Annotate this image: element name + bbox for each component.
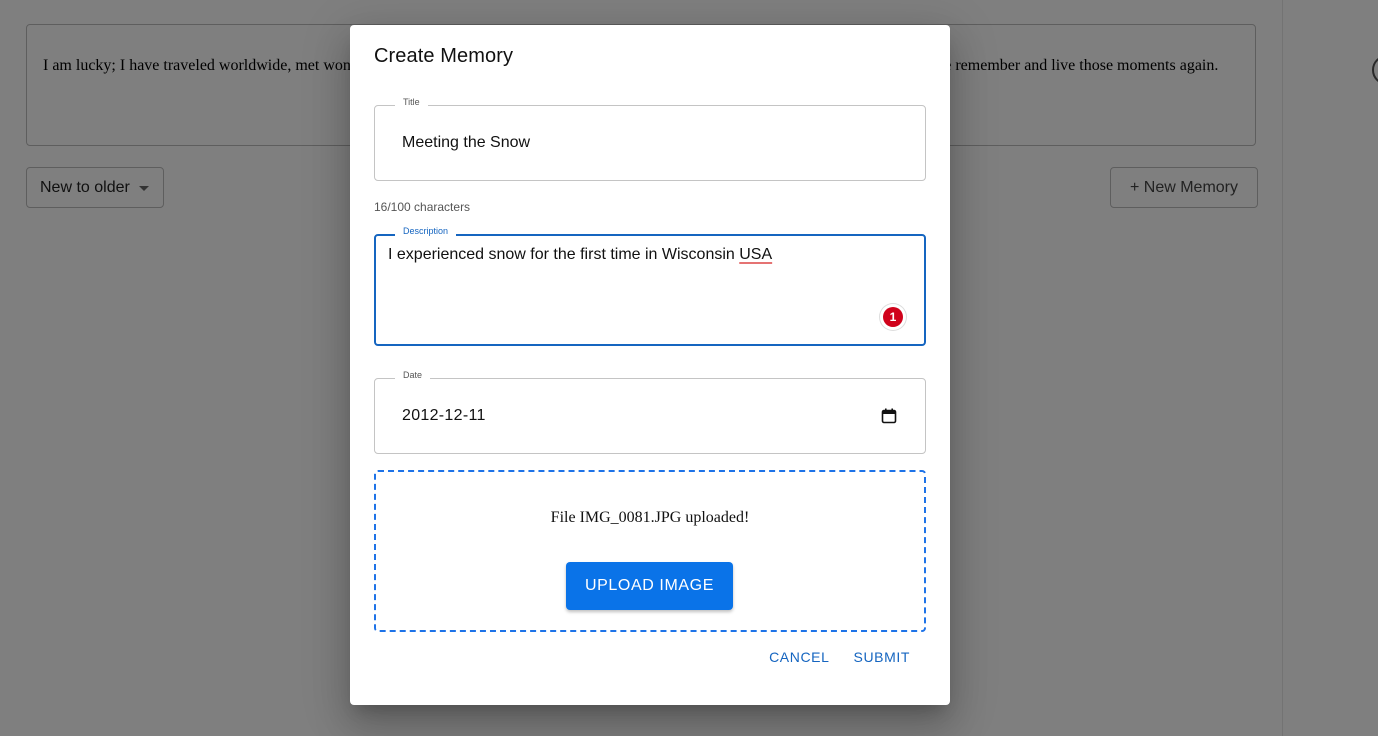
date-field-label: Date <box>395 369 431 381</box>
title-field-label: Title <box>395 96 428 108</box>
character-counter: 16/100 characters <box>374 200 471 214</box>
grammar-issue-count: 1 <box>883 307 903 327</box>
upload-image-button[interactable]: UPLOAD IMAGE <box>566 562 733 610</box>
cancel-button[interactable]: CANCEL <box>745 649 829 665</box>
dialog-actions: CANCEL SUBMIT <box>745 649 910 665</box>
title-input[interactable]: Meeting the Snow <box>402 134 530 152</box>
description-textarea[interactable]: I experienced snow for the first time in… <box>388 246 772 264</box>
image-dropzone[interactable]: File IMG_0081.JPG uploaded! UPLOAD IMAGE <box>374 470 926 632</box>
submit-button[interactable]: SUBMIT <box>830 649 911 665</box>
spelling-flagged-word[interactable]: USA <box>739 246 772 263</box>
description-field[interactable]: Description I experienced snow for the f… <box>374 225 926 346</box>
create-memory-dialog: Create Memory Title Meeting the Snow 16/… <box>350 25 950 705</box>
grammar-badge-icon[interactable]: 1 <box>880 304 906 330</box>
upload-status: File IMG_0081.JPG uploaded! <box>550 509 750 526</box>
description-field-label: Description <box>395 225 457 237</box>
date-field[interactable]: Date 2012-12-11 <box>374 369 926 454</box>
date-input[interactable]: 2012-12-11 <box>402 407 486 425</box>
calendar-icon[interactable] <box>881 408 897 424</box>
title-field[interactable]: Title Meeting the Snow <box>374 96 926 181</box>
dialog-title: Create Memory <box>374 45 514 67</box>
description-text: I experienced snow for the first time in… <box>388 246 740 263</box>
